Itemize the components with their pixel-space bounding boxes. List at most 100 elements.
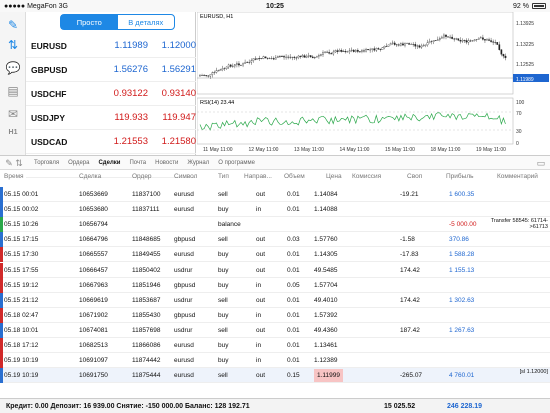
quote-row-usdcad[interactable]: USDCAD 1.21553 1.21580 [26,130,196,154]
rsi-tick: 100 [516,100,525,106]
table-row[interactable]: 05.15 17:15 10664796 11848685 gbpusd sell out… [0,232,550,248]
cell-deal: 10653669 [79,191,108,198]
candle-body [350,49,353,51]
candle-body [209,74,212,77]
mail-icon[interactable]: ✉ [5,107,21,121]
tab-1[interactable]: Ордера [68,160,89,166]
cell-profit: 1 302.63 [449,296,475,304]
tab-6[interactable]: О программе [218,160,255,166]
tab-simple[interactable]: Просто [61,15,118,29]
cell-price: 1.57704 [314,281,338,289]
chat-icon[interactable]: 💬 [5,61,21,75]
candle-body [418,45,421,48]
timeframe-h1-button[interactable]: H1 [5,126,21,140]
col-commission[interactable]: Комиссия [352,173,381,180]
candle-body [275,57,277,60]
cell-price: 1.14305 [314,251,338,259]
trade-arrows-icon[interactable]: ⇅ [5,38,21,52]
tab-3[interactable]: Почта [129,160,146,166]
candle-body [420,45,423,48]
price-tick: 1.11989 [516,77,534,83]
cell-profit: 1 600.35 [449,191,475,198]
col-symbol[interactable]: Символ [174,173,197,180]
document-icon[interactable]: ▤ [5,84,21,98]
col-comment[interactable]: Комментарий [497,173,538,180]
col-time[interactable]: Время [4,173,24,180]
table-row[interactable]: 05.19 10:19 10691097 11874442 eurusd buy in 0.… [0,353,550,369]
quote-row-gbpusd[interactable]: GBPUSD 1.56276 1.56291 [26,58,196,82]
cell-symbol: usdrur [174,266,193,274]
cell-swap: -1.58 [400,236,415,244]
col-swap[interactable]: Своп [407,173,422,180]
table-row[interactable]: 05.18 10:01 10674081 11857698 usdrur sell out… [0,322,550,338]
cell-order: 11855430 [132,311,161,319]
col-deal[interactable]: Сделка [79,173,101,180]
cell-order: 11850402 [132,266,161,274]
col-direction[interactable]: Направ... [244,173,272,180]
quote-row-usdjpy[interactable]: USDJPY 119.933 119.947 [26,106,196,130]
cell-profit: 370.86 [449,236,469,244]
cell-dir: out [256,296,266,304]
cell-price: 49.4010 [314,296,338,304]
tab-2[interactable]: Сделки [98,160,120,166]
table-row[interactable]: 05.18 02:47 10671902 11855430 gbpusd buy in 0.… [0,307,550,323]
table-row[interactable]: 05.19 10:19 10691750 11875444 eurusd sell out… [0,368,550,384]
cell-vol: 0.01 [287,266,300,274]
cell-comment: [sl 1.12000] [519,369,548,376]
cell-swap: 174.42 [400,266,420,274]
quote-row-eurusd[interactable]: EURUSD 1.11989 1.12000 [26,34,196,58]
candle-body [320,54,322,56]
tab-detailed[interactable]: В деталях [118,15,175,29]
table-row[interactable]: 05.15 10:26 10656794 balance -5 000.00 Trans… [0,217,550,233]
tab-4[interactable]: Новости [155,160,178,166]
tab-0[interactable]: Торговля [34,160,59,166]
status-bar: ●●●●● MegaFon 3G 10:25 92 % [0,0,550,12]
col-type[interactable]: Тип [218,173,229,180]
table-row[interactable]: 05.18 17:12 10682513 11866086 eurusd buy in 0.… [0,338,550,353]
col-price[interactable]: Цена [326,173,342,180]
price-chart[interactable]: EURUSD, H1 RSI(14) 23.44 1.13925 1.13225 1… [196,11,550,155]
table-row[interactable]: 05.15 00:01 10653669 11837100 eurusd sell out… [0,187,550,202]
trade-arrows-icon[interactable]: ⇅ [14,158,24,168]
candle-body [383,46,386,48]
table-row[interactable]: 05.15 17:30 10665557 11849455 eurusd buy out 0… [0,247,550,263]
cell-deal: 10667963 [79,281,108,289]
candle-body [330,53,333,55]
cell-vol: 0.01 [287,251,300,259]
cell-type: buy [218,342,229,349]
cell-order: 11874442 [132,357,161,365]
price-tick: 1.13925 [516,21,534,27]
cell-swap: -17.83 [400,251,419,259]
tab-5[interactable]: Журнал [187,160,209,166]
candle-body [373,48,376,51]
table-row[interactable]: 05.15 17:55 10666457 11850402 usdrur buy out 0… [0,262,550,278]
terminal-tabs: ✎ ⇅ ▭ Торговля Ордера Сделки Почта Новости Жу… [0,155,550,170]
cell-order: 11875444 [132,372,161,380]
pencil-icon[interactable]: ✎ [4,158,14,168]
table-row[interactable]: 05.15 21:12 10669619 11853687 usdrur sell out… [0,292,550,308]
account-summary-bar: Кредит: 0.00 Депозит: 16 939.00 Снятие: … [0,398,550,413]
panel-toggle-icon[interactable]: ▭ [536,158,546,168]
candle-body [313,57,316,59]
candle-body [344,51,347,53]
row-marker [0,338,3,353]
cell-profit: 1 588.28 [449,251,475,259]
candle-body [457,38,460,41]
cell-type: buy [218,206,229,214]
quote-row-usdchf[interactable]: USDCHF 0.93122 0.93140 [26,82,196,106]
table-row[interactable]: 05.15 00:02 10653680 11837111 eurusd buy in 0.… [0,202,550,218]
cell-deal: 10674081 [79,326,108,334]
cell-price: 1.13461 [314,342,338,349]
candle-body [379,48,382,50]
col-order[interactable]: Ордер [132,173,152,180]
candle-body [297,55,300,58]
quote-bid: 1.11989 [114,40,148,51]
pencil-icon[interactable]: ✎ [5,18,21,32]
col-profit[interactable]: Прибыль [446,173,474,180]
cell-price: 49.5485 [314,266,338,274]
col-volume[interactable]: Объем [284,173,305,180]
table-row[interactable]: 05.15 19:12 10667963 11851946 gbpusd buy in 0.… [0,277,550,293]
cell-type: buy [218,311,229,319]
cell-dir: in [256,281,262,289]
cell-deal: 10691097 [79,357,108,365]
